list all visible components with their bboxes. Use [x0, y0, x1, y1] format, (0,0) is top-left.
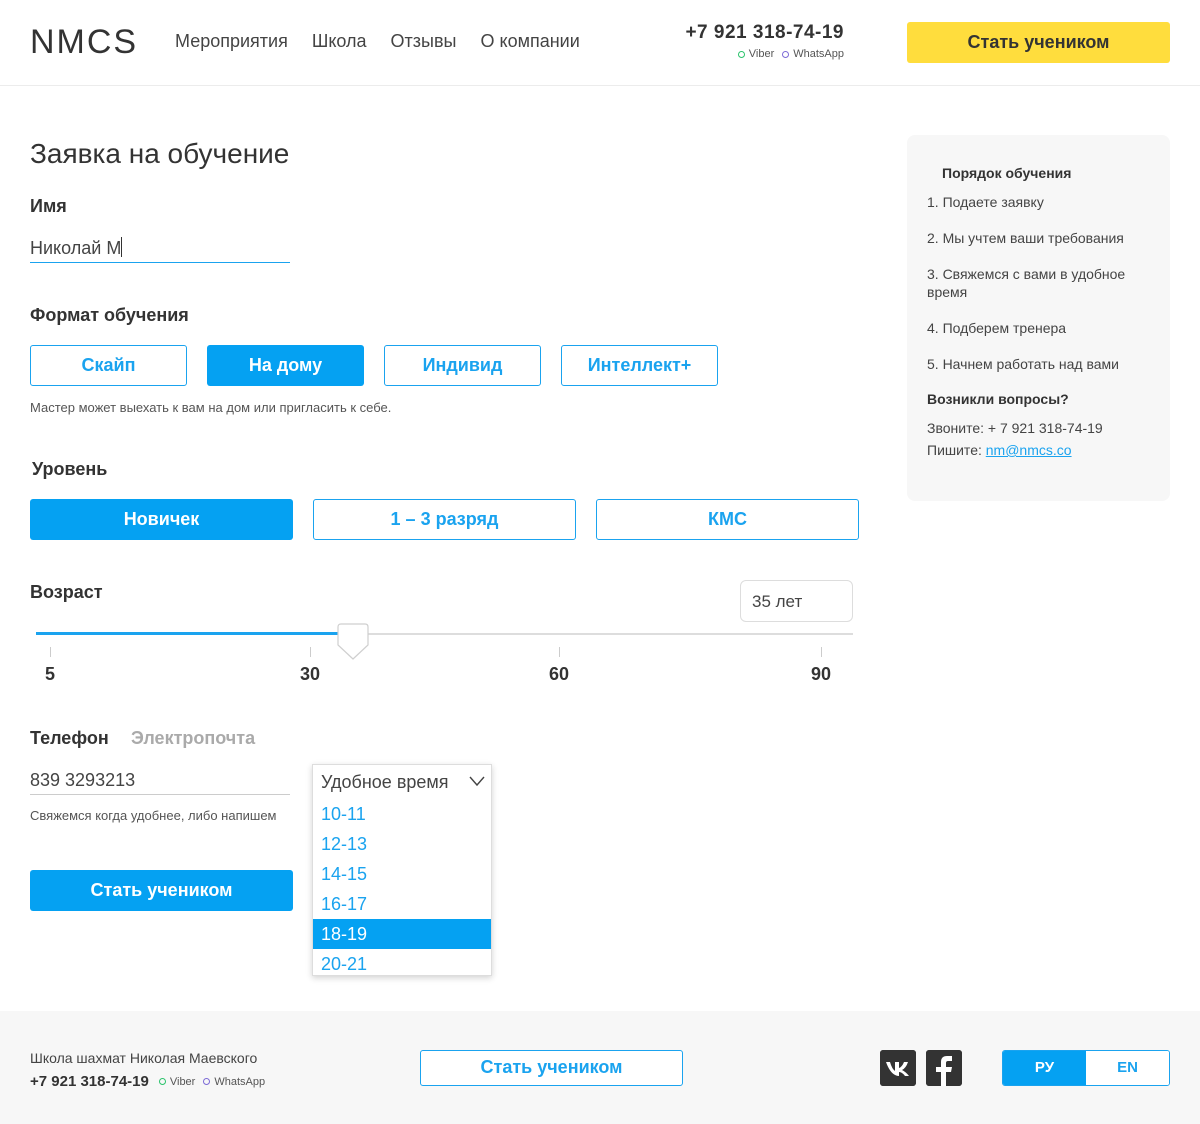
- footer-school-name: Школа шахмат Николая Маевского: [30, 1050, 258, 1066]
- header-messengers: Viber WhatsApp: [674, 48, 844, 60]
- slider-tick-label: 90: [810, 664, 832, 684]
- format-label: Формат обучения: [30, 305, 189, 325]
- nav-item-reviews[interactable]: Отзывы: [391, 31, 457, 52]
- time-dropdown[interactable]: Удобное время 10-11 12-13 14-15 16-17 18…: [312, 764, 492, 976]
- format-home-button[interactable]: На дому: [207, 345, 364, 386]
- step-item: 2. Мы учтем ваши требования: [927, 230, 1124, 246]
- slider-tick-label: 30: [299, 664, 321, 684]
- slider-tick-label: 60: [548, 664, 570, 684]
- learning-steps-card: Порядок обучения 1. Подаете заявку 2. Мы…: [907, 135, 1170, 501]
- footer-whatsapp-link[interactable]: WhatsApp: [203, 1076, 265, 1088]
- page-title: Заявка на обучение: [30, 138, 290, 169]
- site-header: NMCS Мероприятия Школа Отзывы О компании…: [0, 0, 1200, 86]
- site-footer: Школа шахмат Николая Маевского +7 921 31…: [0, 1011, 1200, 1124]
- questions-title: Возникли вопросы?: [927, 391, 1069, 407]
- nav-item-about[interactable]: О компании: [480, 31, 579, 52]
- slider-tick: [559, 647, 560, 657]
- email-link[interactable]: nm@nmcs.co: [986, 442, 1072, 458]
- viber-link[interactable]: Viber: [737, 48, 774, 60]
- level-kms-button[interactable]: КМС: [596, 499, 859, 540]
- steps-list: 1. Подаете заявку 2. Мы учтем ваши требо…: [927, 193, 1150, 373]
- header-become-student-button[interactable]: Стать учеником: [907, 22, 1170, 63]
- contact-hint: Свяжемся когда удобнее, либо напишем: [30, 808, 277, 823]
- time-dropdown-placeholder: Удобное время: [321, 772, 449, 792]
- footer-contact: +7 921 318-74-19 Viber WhatsApp: [30, 1073, 265, 1090]
- time-option-selected[interactable]: 18-19: [313, 919, 491, 949]
- age-slider-thumb[interactable]: [336, 623, 370, 661]
- whatsapp-dot-icon: [782, 50, 790, 58]
- nav-item-school[interactable]: Школа: [312, 31, 367, 52]
- time-option[interactable]: 10-11: [313, 799, 491, 829]
- nav-item-events[interactable]: Мероприятия: [175, 31, 288, 52]
- vk-icon[interactable]: [880, 1050, 916, 1086]
- facebook-icon[interactable]: [926, 1050, 962, 1086]
- main-nav: Мероприятия Школа Отзывы О компании: [175, 31, 580, 52]
- header-phone[interactable]: +7 921 318-74-19: [674, 22, 844, 44]
- step-item: 5. Начнем работать над вами: [927, 356, 1119, 372]
- slider-tick: [821, 647, 822, 657]
- time-option[interactable]: 20-21: [313, 949, 491, 979]
- level-label: Уровень: [32, 459, 108, 479]
- format-hint: Мастер может выехать к вам на дом или пр…: [30, 400, 392, 415]
- age-slider-fill: [36, 632, 352, 635]
- format-skype-button[interactable]: Скайп: [30, 345, 187, 386]
- level-rank-button[interactable]: 1 – 3 разряд: [313, 499, 576, 540]
- slider-tick-label: 5: [44, 664, 56, 684]
- text-caret: [121, 237, 123, 257]
- format-individual-button[interactable]: Индивид: [384, 345, 541, 386]
- chevron-down-icon: [469, 776, 485, 787]
- whatsapp-dot-icon: [203, 1078, 211, 1085]
- footer-messengers: Viber WhatsApp: [158, 1076, 265, 1088]
- language-switcher: РУ EN: [1002, 1050, 1170, 1086]
- name-value: Николай М: [30, 238, 122, 258]
- time-dropdown-header[interactable]: Удобное время: [313, 765, 491, 799]
- name-input[interactable]: Николай М: [30, 236, 290, 263]
- time-option[interactable]: 16-17: [313, 889, 491, 919]
- age-value-field[interactable]: 35 лет: [740, 580, 853, 622]
- time-option[interactable]: 14-15: [313, 859, 491, 889]
- time-option[interactable]: 12-13: [313, 829, 491, 859]
- write-label: Пишите:: [927, 442, 982, 458]
- name-label: Имя: [30, 196, 67, 216]
- logo[interactable]: NMCS: [30, 24, 138, 60]
- submit-button[interactable]: Стать учеником: [30, 870, 293, 911]
- header-contact: +7 921 318-74-19 Viber WhatsApp: [674, 22, 844, 60]
- age-label: Возраст: [30, 582, 103, 602]
- whatsapp-link[interactable]: WhatsApp: [782, 48, 844, 60]
- footer-viber-link[interactable]: Viber: [158, 1076, 195, 1088]
- lang-en-button[interactable]: EN: [1086, 1051, 1169, 1085]
- call-label: Звоните:: [927, 420, 985, 436]
- footer-become-student-button[interactable]: Стать учеником: [420, 1050, 683, 1086]
- step-item: 1. Подаете заявку: [927, 194, 1044, 210]
- call-phone[interactable]: + 7 921 318-74-19: [988, 420, 1103, 436]
- slider-tick: [50, 647, 51, 657]
- step-item: 3. Свяжемся с вами в удобное время: [927, 266, 1126, 300]
- tab-email[interactable]: Электропочта: [131, 728, 255, 749]
- format-intellect-button[interactable]: Интеллект+: [561, 345, 718, 386]
- footer-phone[interactable]: +7 921 318-74-19: [30, 1073, 149, 1090]
- lang-ru-button[interactable]: РУ: [1003, 1051, 1086, 1085]
- write-line: Пишите: nm@nmcs.co: [927, 439, 1150, 461]
- level-beginner-button[interactable]: Новичек: [30, 499, 293, 540]
- step-item: 4. Подберем тренера: [927, 320, 1067, 336]
- viber-dot-icon: [158, 1078, 166, 1085]
- call-line: Звоните: + 7 921 318-74-19: [927, 417, 1150, 439]
- viber-dot-icon: [737, 50, 745, 58]
- steps-title: Порядок обучения: [942, 165, 1072, 181]
- tab-phone[interactable]: Телефон: [30, 728, 109, 749]
- slider-tick: [310, 647, 311, 657]
- phone-input[interactable]: 839 3293213: [30, 768, 290, 795]
